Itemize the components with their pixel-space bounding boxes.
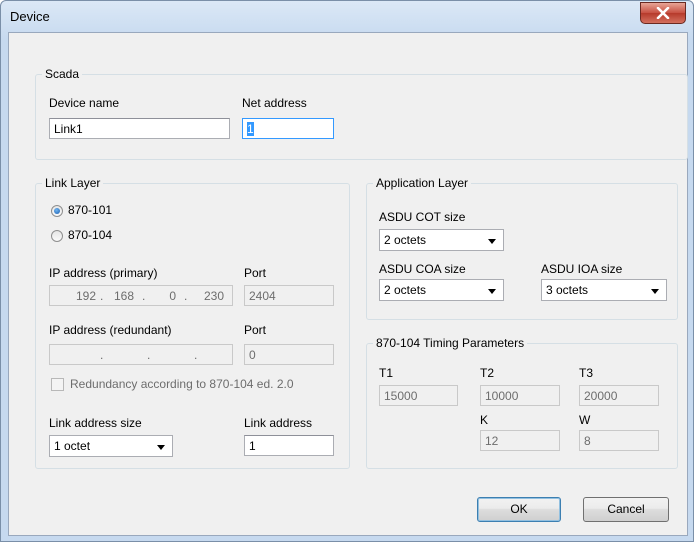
asdu-ioa-size-select[interactable]: 3 octets [541, 279, 667, 301]
title-bar[interactable]: Device [1, 1, 693, 31]
timing-group-label: 870-104 Timing Parameters [373, 336, 528, 350]
link-address-size-select[interactable]: 1 octet [49, 435, 173, 457]
ip-dot: . [100, 348, 104, 362]
asdu-ioa-size-value: 3 octets [546, 283, 589, 297]
ip-primary-octet-4: 230 [203, 289, 224, 303]
link-address-label: Link address [244, 416, 313, 430]
port-primary-input[interactable]: 2404 [244, 285, 334, 306]
asdu-cot-size-label: ASDU COT size [379, 210, 466, 224]
scada-group: Scada [35, 67, 688, 160]
ip-dot: . [194, 348, 198, 362]
ip-redundant-label: IP address (redundant) [49, 323, 172, 337]
t2-input[interactable]: 10000 [480, 385, 560, 406]
net-address-label: Net address [242, 96, 307, 110]
asdu-coa-size-value: 2 octets [384, 283, 427, 297]
ip-primary-octet-1: 192 [75, 289, 96, 303]
ip-primary-label: IP address (primary) [49, 266, 158, 280]
port-primary-label: Port [244, 266, 267, 280]
asdu-coa-size-label: ASDU COA size [379, 262, 466, 276]
ip-dot: . [184, 289, 188, 303]
ip-dot: . [142, 289, 146, 303]
close-button[interactable] [640, 2, 686, 24]
t1-input[interactable]: 15000 [379, 385, 458, 406]
application-layer-group-label: Application Layer [373, 176, 472, 190]
redundancy-checkbox-label[interactable]: Redundancy according to 870-104 ed. 2.0 [70, 377, 294, 391]
redundancy-checkbox[interactable] [51, 378, 64, 391]
asdu-ioa-size-label: ASDU IOA size [541, 262, 623, 276]
link-address-size-label: Link address size [49, 416, 142, 430]
chevron-down-icon [651, 289, 659, 294]
window-title: Device [10, 9, 50, 24]
device-name-input[interactable]: Link1 [49, 118, 230, 139]
radio-870-104-label[interactable]: 870-104 [68, 228, 112, 242]
chevron-down-icon [157, 445, 165, 450]
asdu-cot-size-value: 2 octets [384, 233, 427, 247]
link-layer-group-label: Link Layer [42, 176, 104, 190]
ip-primary-octet-3: 0 [169, 289, 176, 303]
radio-870-104[interactable] [51, 230, 63, 242]
ok-button[interactable]: OK [477, 497, 561, 522]
port-redundant-input[interactable]: 0 [244, 344, 334, 365]
net-address-input[interactable]: 1 [242, 118, 334, 139]
link-address-size-value: 1 octet [54, 439, 91, 453]
net-address-value: 1 [247, 122, 254, 136]
k-input[interactable]: 12 [480, 430, 560, 451]
link-address-input[interactable]: 1 [244, 435, 334, 456]
scada-group-label: Scada [42, 67, 83, 81]
dialog-client-area: Scada Device name Link1 Net address 1 Li… [8, 32, 688, 536]
chevron-down-icon [488, 239, 496, 244]
ip-redundant-input[interactable]: . . . [49, 344, 233, 365]
t2-label: T2 [480, 366, 495, 380]
port-redundant-label: Port [244, 323, 267, 337]
close-icon [656, 7, 670, 19]
t1-label: T1 [379, 366, 394, 380]
asdu-cot-size-select[interactable]: 2 octets [379, 229, 504, 251]
radio-870-101[interactable] [51, 205, 63, 217]
asdu-coa-size-select[interactable]: 2 octets [379, 279, 504, 301]
t3-label: T3 [579, 366, 594, 380]
ip-dot: . [100, 289, 104, 303]
t3-input[interactable]: 20000 [579, 385, 659, 406]
chevron-down-icon [488, 289, 496, 294]
radio-870-101-label[interactable]: 870-101 [68, 203, 112, 217]
device-name-label: Device name [49, 96, 120, 110]
ip-dot: . [147, 348, 151, 362]
ip-primary-input[interactable]: 192 . 168 . 0 . 230 [49, 285, 233, 306]
w-label: W [579, 413, 591, 427]
cancel-button[interactable]: Cancel [583, 497, 669, 522]
ip-primary-octet-2: 168 [113, 289, 134, 303]
k-label: K [480, 413, 489, 427]
w-input[interactable]: 8 [579, 430, 659, 451]
device-dialog: Device Scada Device name Link1 Net addre… [0, 0, 694, 542]
